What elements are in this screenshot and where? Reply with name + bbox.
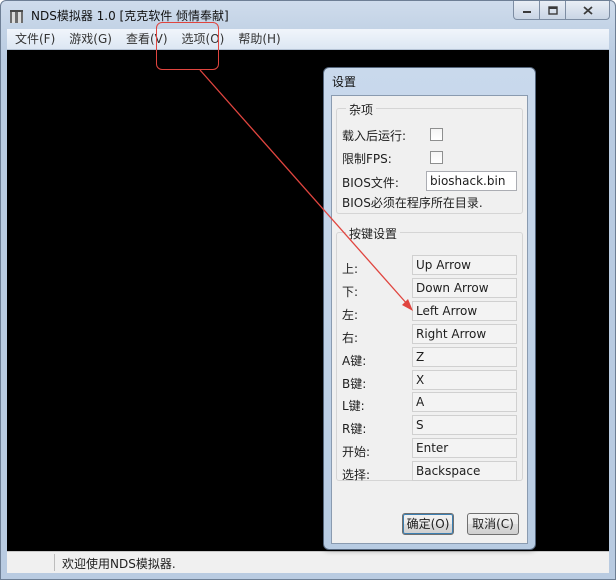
maximize-button[interactable] — [540, 1, 566, 20]
menu-file[interactable]: 文件(F) — [7, 29, 62, 50]
limit-fps-checkbox[interactable] — [430, 151, 443, 164]
key-field-down[interactable]: Down Arrow — [412, 278, 517, 298]
status-cell — [7, 554, 55, 571]
status-text: 欢迎使用NDS模拟器. — [62, 557, 176, 571]
menu-help[interactable]: 帮助(H) — [231, 29, 287, 50]
key-label-a: A键: — [342, 354, 367, 368]
key-settings-label: 按键设置 — [346, 225, 401, 242]
key-label-left: 左: — [342, 308, 359, 322]
bios-note: BIOS必须在程序所在目录. — [342, 196, 483, 210]
caption-buttons — [513, 1, 610, 20]
key-field-a[interactable]: Z — [412, 347, 517, 367]
key-field-b[interactable]: X — [412, 370, 517, 390]
dialog-body: 杂项 载入后运行: 限制FPS: BIOS文件: bioshack.bin BI… — [331, 95, 528, 544]
limit-fps-label: 限制FPS: — [342, 152, 392, 166]
misc-group-label: 杂项 — [346, 101, 377, 118]
ok-button[interactable]: 确定(O) — [402, 513, 454, 535]
key-label-r: R键: — [342, 422, 367, 436]
menu-highlight-box — [156, 22, 219, 70]
run-after-load-checkbox[interactable] — [430, 128, 443, 141]
run-after-load-label: 载入后运行: — [342, 129, 407, 143]
key-label-right: 右: — [342, 331, 359, 345]
key-label-up: 上: — [342, 262, 359, 276]
status-bar: 欢迎使用NDS模拟器. — [7, 551, 609, 573]
key-label-b: B键: — [342, 377, 367, 391]
key-label-select: 选择: — [342, 468, 371, 482]
key-field-select[interactable]: Backspace — [412, 461, 517, 481]
key-field-up[interactable]: Up Arrow — [412, 255, 517, 275]
bios-file-label: BIOS文件: — [342, 176, 399, 190]
close-icon — [582, 5, 593, 15]
key-field-right[interactable]: Right Arrow — [412, 324, 517, 344]
menu-game[interactable]: 游戏(G) — [62, 29, 119, 50]
key-field-left[interactable]: Left Arrow — [412, 301, 517, 321]
settings-dialog: 设置 杂项 载入后运行: 限制FPS: BIOS文件: bioshack.bin… — [323, 67, 536, 550]
app-icon — [10, 10, 23, 23]
dialog-title: 设置 — [332, 75, 357, 89]
key-field-l[interactable]: A — [412, 392, 517, 412]
key-label-down: 下: — [342, 285, 359, 299]
key-field-r[interactable]: S — [412, 415, 517, 435]
key-field-start[interactable]: Enter — [412, 438, 517, 458]
minimize-icon — [522, 11, 531, 13]
cancel-button[interactable]: 取消(C) — [467, 513, 519, 535]
close-button[interactable] — [566, 1, 610, 20]
key-label-l: L键: — [342, 399, 365, 413]
maximize-icon — [547, 5, 558, 15]
minimize-button[interactable] — [513, 1, 540, 20]
key-label-start: 开始: — [342, 445, 371, 459]
bios-file-input[interactable]: bioshack.bin — [426, 171, 517, 191]
menu-bar: 文件(F) 游戏(G) 查看(V) 选项(O) 帮助(H) — [7, 29, 609, 50]
